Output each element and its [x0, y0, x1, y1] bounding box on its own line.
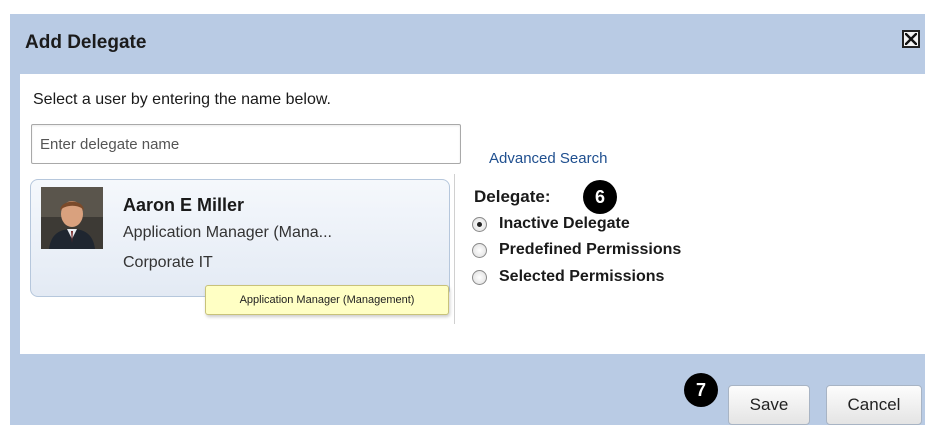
radio-button[interactable] — [472, 216, 487, 232]
user-department: Corporate IT — [123, 254, 213, 271]
save-button[interactable]: Save — [728, 385, 810, 425]
delegate-name-input[interactable] — [31, 124, 461, 164]
delegate-label: Delegate: — [474, 187, 551, 206]
radio-selected-permissions[interactable]: Selected Permissions — [472, 267, 664, 287]
dialog-body: Select a user by entering the name below… — [20, 74, 925, 354]
user-name: Aaron E Miller — [123, 195, 245, 215]
radio-button[interactable] — [472, 242, 487, 258]
advanced-search-link[interactable]: Advanced Search — [489, 150, 607, 167]
divider — [454, 174, 455, 324]
radio-label: Inactive Delegate — [499, 215, 630, 232]
step-badge-7: 7 — [684, 373, 718, 407]
avatar — [41, 187, 103, 249]
radio-button[interactable] — [472, 269, 487, 285]
add-delegate-dialog: Add Delegate Select a user by entering t… — [10, 14, 925, 425]
step-badge-6: 6 — [583, 180, 617, 214]
dialog-title: Add Delegate — [25, 32, 147, 53]
title-tooltip: Application Manager (Management) — [205, 285, 449, 315]
close-button[interactable] — [902, 30, 920, 48]
radio-label: Selected Permissions — [499, 268, 665, 285]
radio-predefined-permissions[interactable]: Predefined Permissions — [472, 240, 681, 260]
close-icon — [905, 33, 917, 45]
instruction-text: Select a user by entering the name below… — [33, 91, 331, 108]
radio-inactive-delegate[interactable]: Inactive Delegate — [472, 214, 630, 234]
user-title: Application Manager (Mana... — [123, 224, 332, 241]
cancel-button[interactable]: Cancel — [826, 385, 922, 425]
radio-label: Predefined Permissions — [499, 241, 682, 258]
dialog-header: Add Delegate — [10, 14, 925, 74]
